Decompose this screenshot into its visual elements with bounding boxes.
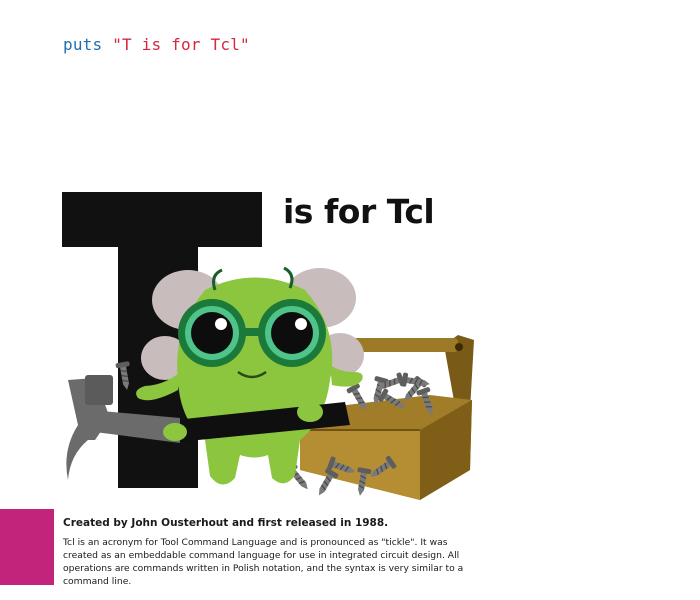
accent-block	[0, 509, 54, 585]
illustration	[62, 192, 474, 500]
caption: Created by John Ousterhout and first rel…	[63, 517, 473, 588]
caption-body: Tcl is an acronym for Tool Command Langu…	[63, 537, 464, 587]
page-heading: is for Tcl	[283, 192, 435, 231]
caption-title: Created by John Ousterhout and first rel…	[63, 517, 389, 529]
